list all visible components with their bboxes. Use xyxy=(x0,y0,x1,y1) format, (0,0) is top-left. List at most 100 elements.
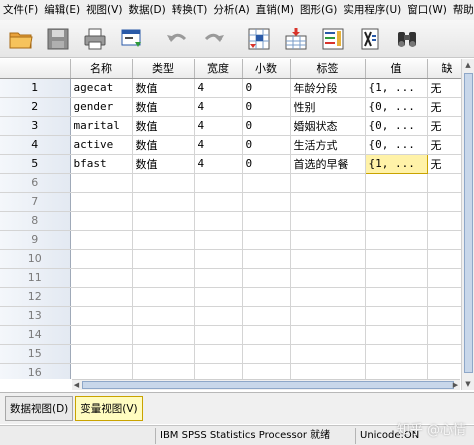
goto-case-icon[interactable] xyxy=(244,24,274,54)
cell-type[interactable]: 数值 xyxy=(132,154,195,174)
scroll-up-icon[interactable]: ▲ xyxy=(462,59,474,71)
scroll-right-icon[interactable]: ▶ xyxy=(451,380,460,390)
row-number[interactable]: 9 xyxy=(0,230,71,250)
empty-cell[interactable] xyxy=(132,325,195,345)
column-header[interactable]: 标签 xyxy=(290,59,366,79)
cell-decimals[interactable]: 0 xyxy=(242,78,291,98)
empty-cell[interactable] xyxy=(70,192,133,212)
empty-cell[interactable] xyxy=(132,230,195,250)
empty-cell[interactable] xyxy=(290,268,366,288)
empty-cell[interactable] xyxy=(365,192,428,212)
row-number[interactable]: 10 xyxy=(0,249,71,269)
column-header[interactable]: 名称 xyxy=(70,59,133,79)
column-header[interactable]: 类型 xyxy=(132,59,195,79)
empty-cell[interactable] xyxy=(290,249,366,269)
cell-type[interactable]: 数值 xyxy=(132,135,195,155)
empty-cell[interactable] xyxy=(242,230,291,250)
save-icon[interactable] xyxy=(43,24,73,54)
empty-cell[interactable] xyxy=(290,192,366,212)
cell-type[interactable]: 数值 xyxy=(132,78,195,98)
find-icon[interactable] xyxy=(392,24,422,54)
horizontal-scroll-thumb[interactable] xyxy=(82,381,454,389)
menu-item[interactable]: 帮助(H) xyxy=(450,0,474,20)
cell-decimals[interactable]: 0 xyxy=(242,116,291,136)
empty-cell[interactable] xyxy=(242,249,291,269)
empty-cell[interactable] xyxy=(194,249,243,269)
cell-name[interactable]: active xyxy=(70,135,133,155)
empty-cell[interactable] xyxy=(365,287,428,307)
cell-width[interactable]: 4 xyxy=(194,135,243,155)
empty-cell[interactable] xyxy=(242,363,291,379)
empty-cell[interactable] xyxy=(290,173,366,193)
cell-values[interactable]: {0, ... xyxy=(365,135,428,155)
empty-cell[interactable] xyxy=(70,211,133,231)
cell-width[interactable]: 4 xyxy=(194,116,243,136)
empty-cell[interactable] xyxy=(194,325,243,345)
empty-cell[interactable] xyxy=(70,325,133,345)
empty-cell[interactable] xyxy=(365,363,428,379)
empty-cell[interactable] xyxy=(365,173,428,193)
empty-cell[interactable] xyxy=(70,173,133,193)
menu-item[interactable]: 编辑(E) xyxy=(41,0,83,20)
row-number[interactable]: 16 xyxy=(0,363,71,379)
empty-cell[interactable] xyxy=(70,268,133,288)
empty-cell[interactable] xyxy=(194,363,243,379)
row-number[interactable]: 13 xyxy=(0,306,71,326)
empty-cell[interactable] xyxy=(70,287,133,307)
cell-values[interactable]: {1, ... xyxy=(364,153,428,174)
empty-cell[interactable] xyxy=(242,325,291,345)
empty-cell[interactable] xyxy=(132,211,195,231)
cell-label[interactable]: 首选的早餐 xyxy=(290,154,366,174)
cell-label[interactable]: 性别 xyxy=(290,97,366,117)
undo-icon[interactable] xyxy=(162,24,192,54)
empty-cell[interactable] xyxy=(365,268,428,288)
horizontal-scrollbar[interactable]: ◀ ▶ xyxy=(72,379,460,390)
empty-cell[interactable] xyxy=(365,230,428,250)
vertical-scroll-thumb[interactable] xyxy=(464,73,473,373)
column-header[interactable]: 值 xyxy=(365,59,428,79)
empty-cell[interactable] xyxy=(290,363,366,379)
cell-width[interactable]: 4 xyxy=(194,97,243,117)
cell-values[interactable]: {0, ... xyxy=(365,116,428,136)
empty-cell[interactable] xyxy=(132,363,195,379)
empty-cell[interactable] xyxy=(70,306,133,326)
empty-cell[interactable] xyxy=(290,306,366,326)
redo-icon[interactable] xyxy=(199,24,229,54)
cell-decimals[interactable]: 0 xyxy=(242,135,291,155)
row-number[interactable]: 1 xyxy=(0,78,71,98)
column-header[interactable]: 小数 xyxy=(242,59,291,79)
cell-label[interactable]: 婚姻状态 xyxy=(290,116,366,136)
row-number[interactable]: 5 xyxy=(0,154,71,174)
row-number[interactable]: 15 xyxy=(0,344,71,364)
cell-name[interactable]: gender xyxy=(70,97,133,117)
empty-cell[interactable] xyxy=(242,268,291,288)
empty-cell[interactable] xyxy=(242,211,291,231)
tab-variable-view[interactable]: 变量视图(V) xyxy=(75,396,143,421)
empty-cell[interactable] xyxy=(365,211,428,231)
goto-variable-icon[interactable] xyxy=(281,24,311,54)
empty-cell[interactable] xyxy=(194,211,243,231)
cell-decimals[interactable]: 0 xyxy=(242,154,291,174)
empty-cell[interactable] xyxy=(242,344,291,364)
empty-cell[interactable] xyxy=(365,344,428,364)
empty-cell[interactable] xyxy=(242,287,291,307)
cell-decimals[interactable]: 0 xyxy=(242,97,291,117)
menu-item[interactable]: 窗口(W) xyxy=(404,0,450,20)
empty-cell[interactable] xyxy=(290,211,366,231)
cell-values[interactable]: {0, ... xyxy=(365,97,428,117)
empty-cell[interactable] xyxy=(194,192,243,212)
empty-cell[interactable] xyxy=(194,268,243,288)
row-number[interactable]: 14 xyxy=(0,325,71,345)
row-number[interactable]: 3 xyxy=(0,116,71,136)
menu-item[interactable]: 图形(G) xyxy=(297,0,340,20)
empty-cell[interactable] xyxy=(132,249,195,269)
empty-cell[interactable] xyxy=(132,306,195,326)
empty-cell[interactable] xyxy=(132,344,195,364)
menu-item[interactable]: 数据(D) xyxy=(125,0,168,20)
empty-cell[interactable] xyxy=(242,173,291,193)
row-number[interactable]: 4 xyxy=(0,135,71,155)
cell-width[interactable]: 4 xyxy=(194,78,243,98)
cell-type[interactable]: 数值 xyxy=(132,116,195,136)
empty-cell[interactable] xyxy=(70,344,133,364)
cell-label[interactable]: 年龄分段 xyxy=(290,78,366,98)
